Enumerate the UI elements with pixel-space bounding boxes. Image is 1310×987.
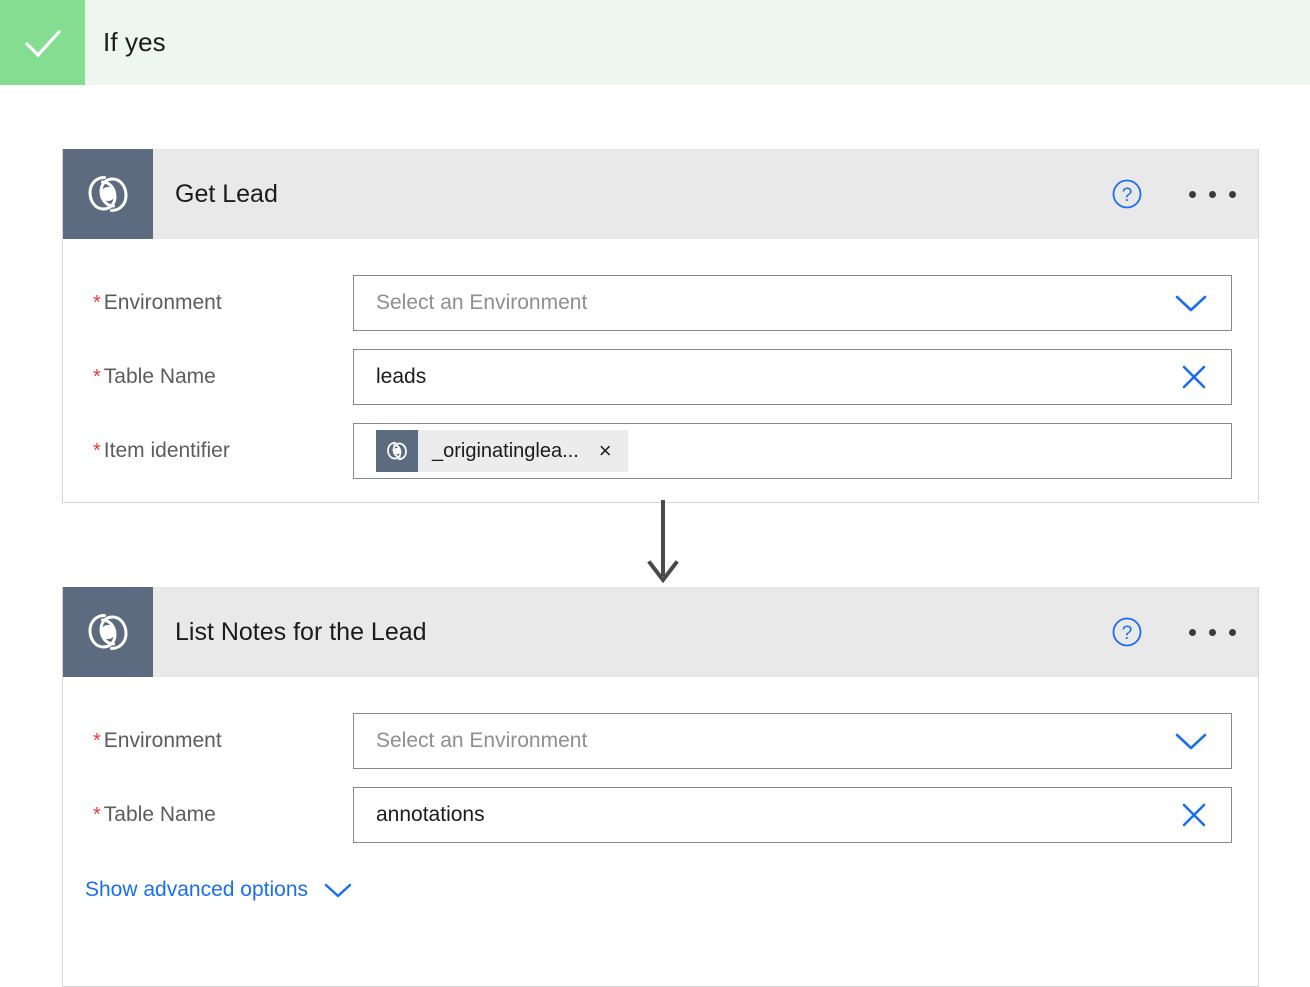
environment-placeholder: Select an Environment [376,729,588,752]
table-name-value: leads [376,365,427,388]
show-advanced-options-label: Show advanced options [85,878,308,901]
card-title: List Notes for the Lead [175,617,427,646]
ellipsis-icon[interactable] [1187,185,1238,204]
help-circle-icon[interactable]: ? [1111,178,1143,210]
clear-x-icon[interactable] [1179,800,1209,830]
required-indicator: * [93,440,101,462]
card-header-actions: ? [1111,587,1238,677]
card-header[interactable]: List Notes for the Lead ? [63,587,1258,677]
required-indicator: * [93,804,101,826]
field-label-environment: * Environment [93,729,222,752]
field-label-table-name: * Table Name [93,365,216,388]
show-advanced-options-link[interactable]: Show advanced options [85,878,354,902]
chevron-down-icon[interactable] [322,880,354,900]
card-header-actions: ? [1111,149,1238,239]
card-title: Get Lead [175,179,278,208]
table-name-value: annotations [376,803,485,826]
dataverse-icon [376,430,418,472]
branch-label: If yes [103,27,166,57]
chevron-down-icon[interactable] [1173,730,1209,752]
dataverse-icon [63,587,153,677]
check-icon [0,0,85,85]
required-indicator: * [93,292,101,314]
field-row-table-name: * Table Name annotations [63,778,1258,852]
token-remove-icon[interactable]: × [589,440,622,462]
field-row-environment: * Environment Select an Environment [63,704,1258,778]
flow-connector-arrow [647,500,679,584]
dynamic-content-token[interactable]: _originatinglea... × [376,430,628,472]
svg-text:?: ? [1122,623,1133,644]
chevron-down-icon[interactable] [1173,292,1209,314]
table-name-input[interactable]: annotations [353,787,1232,843]
table-name-input[interactable]: leads [353,349,1232,405]
card-header[interactable]: Get Lead ? [63,149,1258,239]
action-card-get-lead[interactable]: Get Lead ? * Environment Select an Enviro… [62,149,1259,503]
if-yes-branch-header: If yes [0,0,1310,85]
action-card-list-notes[interactable]: List Notes for the Lead ? * Environment S… [62,587,1259,987]
clear-x-icon[interactable] [1179,362,1209,392]
environment-placeholder: Select an Environment [376,291,588,314]
required-indicator: * [93,366,101,388]
help-circle-icon[interactable]: ? [1111,616,1143,648]
card-body: * Environment Select an Environment * Tabl… [63,704,1258,902]
token-label: _originatinglea... [432,439,579,462]
field-label-item-identifier: * Item identifier [93,439,230,462]
svg-text:?: ? [1122,185,1133,206]
environment-dropdown[interactable]: Select an Environment [353,275,1232,331]
field-row-environment: * Environment Select an Environment [63,266,1258,340]
field-label-table-name: * Table Name [93,803,216,826]
required-indicator: * [93,730,101,752]
environment-dropdown[interactable]: Select an Environment [353,713,1232,769]
field-row-table-name: * Table Name leads [63,340,1258,414]
card-body: * Environment Select an Environment * Tabl… [63,266,1258,488]
ellipsis-icon[interactable] [1187,623,1238,642]
item-identifier-input[interactable]: _originatinglea... × [353,423,1232,479]
field-row-item-identifier: * Item identifier _originatinglea... × [63,414,1258,488]
dataverse-icon [63,149,153,239]
field-label-environment: * Environment [93,291,222,314]
